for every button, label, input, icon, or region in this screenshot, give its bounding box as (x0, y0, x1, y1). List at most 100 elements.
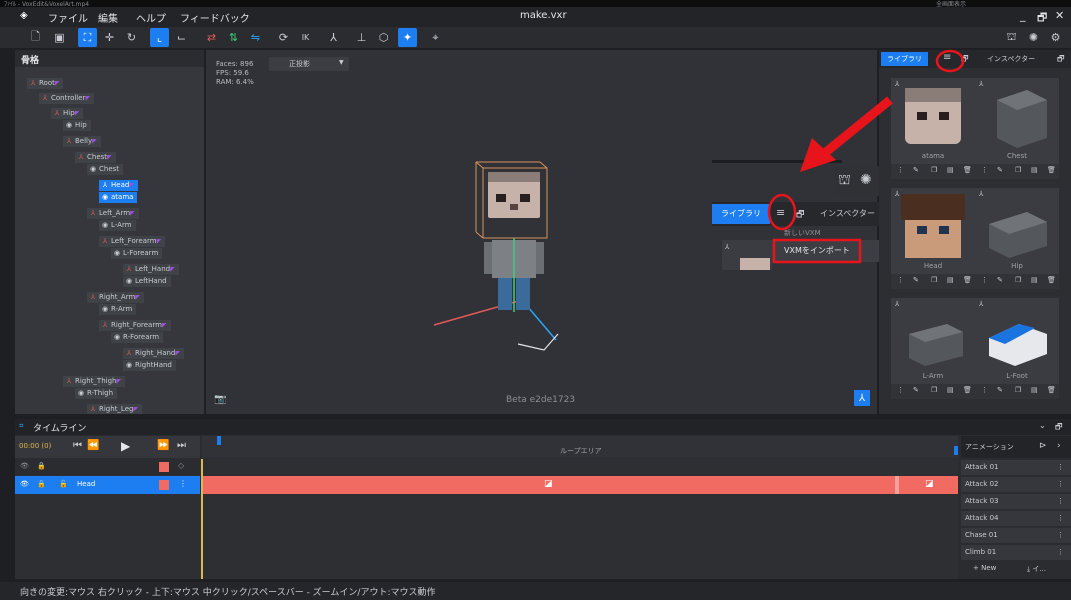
duplicate-icon[interactable]: ❐ (1015, 276, 1021, 284)
bone-tool-icon[interactable]: ⌙ (172, 28, 191, 47)
model-thumbnail[interactable] (891, 188, 975, 273)
library-card[interactable]: ⅄ Chest ⋮ ✎ ❐ ▤ 🗑 (975, 78, 1059, 179)
playhead[interactable] (201, 459, 203, 579)
hierarchy-icon[interactable]: ⊥ (352, 28, 371, 47)
track-color-swatch[interactable] (159, 480, 169, 490)
kebab-menu-icon[interactable]: ⋮ (981, 386, 988, 394)
skeleton-mesh-node[interactable]: ◉ Chest (87, 164, 124, 175)
chevron-right-icon[interactable]: › (1057, 441, 1061, 451)
pose-star-icon[interactable]: ✦ (398, 28, 417, 47)
select-tool-icon[interactable]: ⛶ (78, 28, 97, 47)
cube-icon[interactable]: ⬡ (374, 28, 393, 47)
tab-library[interactable]: ライブラリ (712, 204, 770, 224)
skeleton-mesh-node[interactable]: ◉ R-Arm (99, 304, 137, 315)
last-frame-icon[interactable]: ⏭ (177, 440, 186, 451)
skeleton-bone-node[interactable]: ⅄ Controller◤ (39, 93, 95, 104)
copy-icon[interactable]: ▤ (1031, 166, 1038, 174)
move-tool-icon[interactable]: ✛ (100, 28, 119, 47)
tab-inspector[interactable]: インスペクター (820, 208, 875, 219)
kebab-menu-icon[interactable]: ⋮ (1057, 494, 1064, 509)
popout-icon[interactable]: 🗗 (961, 53, 969, 67)
skeleton-bone-node[interactable]: ⅄ Right_Hand◤ (123, 348, 184, 359)
menu-file[interactable]: ファイル (48, 10, 88, 25)
model-thumbnail[interactable] (975, 298, 1059, 383)
keyframe-icon[interactable]: ◪ (544, 479, 553, 489)
library-card[interactable]: ⅄ atama ⋮ ✎ ❐ ▤ 🗑 (891, 78, 975, 179)
diamond-icon[interactable]: ◇ (178, 461, 184, 470)
skeleton-bone-node[interactable]: ⅄ Chest◤ (75, 152, 116, 163)
tab-inspector[interactable]: インスペクター (981, 52, 1041, 66)
rotate-tool-icon[interactable]: ↻ (122, 28, 141, 47)
menu-help[interactable]: ヘルプ (136, 10, 166, 25)
character-model[interactable] (426, 150, 586, 410)
skeleton-bone-node[interactable]: ⅄ Root◤ (27, 78, 64, 89)
skeleton-icon[interactable]: ⅄ (324, 28, 343, 47)
edit-icon[interactable]: ✎ (913, 386, 919, 394)
projection-dropdown[interactable]: 正投影 ▼ (269, 57, 349, 71)
skeleton-bone-node[interactable]: ⅄ Left_Hand◤ (123, 264, 179, 275)
skeleton-mesh-node[interactable]: ◉ RightHand (123, 360, 176, 371)
edit-icon[interactable]: ✎ (913, 276, 919, 284)
kebab-menu-icon[interactable]: ⋮ (897, 166, 904, 174)
new-animation-button[interactable]: + New (965, 562, 1013, 576)
track-color-swatch[interactable] (159, 462, 169, 472)
model-thumbnail[interactable] (975, 188, 1059, 273)
animation-item[interactable]: Attack 03 ⋮ (961, 494, 1071, 509)
skeleton-bone-node[interactable]: ⅄ Right_Forearm◤ (99, 320, 171, 331)
skeleton-mesh-node[interactable]: ◉ L-Arm (99, 220, 136, 231)
copy-icon[interactable]: ▤ (1031, 386, 1038, 394)
kebab-menu-icon[interactable]: ⋮ (981, 276, 988, 284)
delete-icon[interactable]: 🗑 (963, 386, 972, 394)
chevron-down-icon[interactable]: ⌄ (1039, 421, 1046, 430)
delete-icon[interactable]: 🗑 (1047, 166, 1056, 174)
eye-icon[interactable]: 👁 (20, 480, 29, 488)
duplicate-icon[interactable]: ❐ (931, 386, 937, 394)
pivot-tool-icon[interactable]: ⌞ (150, 28, 169, 47)
kebab-menu-icon[interactable]: ⋮ (1057, 460, 1064, 475)
popout-icon[interactable]: 🗗 (796, 207, 804, 223)
skeleton-mesh-node[interactable]: ◉ atama (99, 192, 138, 203)
loop-icon[interactable]: ⟳ (274, 28, 293, 47)
delete-icon[interactable]: 🗑 (963, 276, 972, 284)
loop-end-handle[interactable] (954, 446, 958, 455)
copy-icon[interactable]: ▤ (947, 276, 954, 284)
skeleton-bone-node[interactable]: ⅄ Right_Arm◤ (87, 292, 144, 303)
duplicate-icon[interactable]: ❐ (1015, 386, 1021, 394)
hamburger-menu-icon[interactable]: ≡ (776, 206, 785, 219)
edit-icon[interactable]: ✎ (997, 276, 1003, 284)
settings-gear-icon[interactable]: ⚙ (1046, 28, 1065, 47)
tab-library[interactable]: ライブラリ (881, 52, 928, 66)
unlock-icon[interactable]: 🔓 (59, 480, 68, 488)
animation-item[interactable]: Attack 01 ⋮ (961, 460, 1071, 475)
delete-icon[interactable]: 🗑 (1047, 276, 1056, 284)
target-icon[interactable]: ⌖ (426, 28, 445, 47)
library-card[interactable]: ⅄ Head ⋮ ✎ ❐ ▤ 🗑 (891, 188, 975, 289)
skeleton-mesh-node[interactable]: ◉ R-Thigh (75, 388, 118, 399)
play-animation-icon[interactable]: ⊳ (1039, 441, 1047, 451)
kebab-menu-icon[interactable]: ⋮ (179, 479, 187, 488)
delete-icon[interactable]: 🗑 (963, 166, 972, 174)
model-thumbnail[interactable] (975, 78, 1059, 163)
kebab-menu-icon[interactable]: ⋮ (897, 386, 904, 394)
model-thumbnail[interactable] (891, 298, 975, 383)
import-animation-button[interactable]: ⤓ イ... (1019, 562, 1067, 576)
keyframe-icon[interactable]: ◪ (925, 479, 934, 489)
scene-icon[interactable]: ⛫ (838, 172, 851, 190)
copy-icon[interactable]: ▤ (1031, 276, 1038, 284)
mirror-z-icon[interactable]: ⇋ (246, 28, 265, 47)
kebab-menu-icon[interactable]: ⋮ (1057, 528, 1064, 543)
menu-edit[interactable]: 編集 (98, 10, 118, 25)
skeleton-bone-node[interactable]: ⅄ Left_Forearm◤ (99, 236, 166, 247)
camera-icon[interactable]: 📷 (214, 394, 230, 408)
menu-feedback[interactable]: フィードバック (180, 10, 250, 25)
axis-gizmo-icon[interactable]: ⅄ (854, 390, 870, 406)
duplicate-icon[interactable]: ❐ (1015, 166, 1021, 174)
popout-icon[interactable]: 🗗 (1057, 53, 1065, 67)
library-card[interactable]: ⅄ L-Foot ⋮ ✎ ❐ ▤ 🗑 (975, 298, 1059, 399)
library-card[interactable]: ⅄ L-Arm ⋮ ✎ ❐ ▤ 🗑 (891, 298, 975, 399)
new-file-icon[interactable]: 🗋 (26, 28, 45, 47)
save-icon[interactable]: ▣ (50, 28, 69, 47)
skeleton-mesh-node[interactable]: ◉ Hip (63, 120, 91, 131)
library-card[interactable]: ⅄ Hip ⋮ ✎ ❐ ▤ 🗑 (975, 188, 1059, 289)
track-bar-head[interactable]: ◪ ◪ (202, 476, 958, 494)
